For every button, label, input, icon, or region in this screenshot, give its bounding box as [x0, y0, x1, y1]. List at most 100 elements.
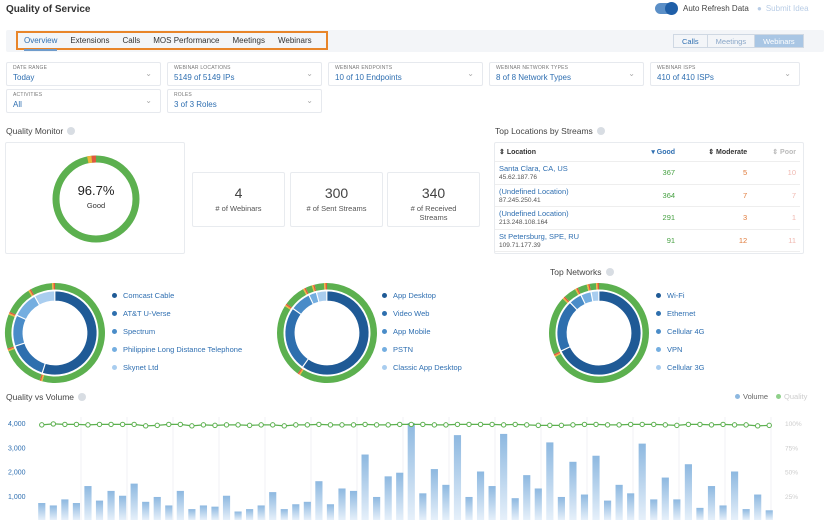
tab-mos-performance[interactable]: MOS Performance — [153, 36, 219, 45]
quality-point[interactable] — [235, 422, 241, 428]
volume-bar[interactable] — [49, 505, 57, 520]
volume-bar[interactable] — [338, 488, 346, 520]
filter-webinar-network-types[interactable]: WEBINAR NETWORK TYPES 8 of 8 Network Typ… — [489, 62, 644, 86]
volume-bar[interactable] — [696, 507, 704, 520]
quality-point[interactable] — [397, 421, 403, 428]
location-name[interactable]: (Undefined Location) — [499, 209, 626, 218]
legend-item[interactable]: App Mobile — [382, 322, 462, 340]
filter-date-range[interactable]: DATE RANGE Today ⌄ — [6, 62, 161, 86]
quality-point[interactable] — [651, 421, 657, 428]
volume-bar[interactable] — [638, 443, 646, 520]
volume-bar[interactable] — [142, 501, 150, 520]
column-moderate[interactable]: ⇕ Moderate — [679, 143, 752, 162]
volume-bar[interactable] — [430, 469, 438, 520]
volume-bar[interactable] — [234, 511, 242, 520]
volume-bar[interactable] — [257, 505, 265, 520]
volume-bar[interactable] — [315, 481, 323, 520]
volume-bar[interactable] — [523, 475, 531, 520]
volume-bar[interactable] — [165, 505, 173, 520]
legend-item[interactable]: Cellular 3G — [656, 358, 705, 376]
filter-webinar-isps[interactable]: WEBINAR ISPS 410 of 410 ISPs ⌄ — [650, 62, 800, 86]
submit-idea-link[interactable]: ● Submit Idea — [757, 4, 809, 13]
quality-point[interactable] — [512, 421, 518, 428]
quality-point[interactable] — [246, 422, 253, 429]
quality-point[interactable] — [754, 423, 761, 429]
quality-point[interactable] — [166, 421, 172, 428]
quality-point[interactable] — [258, 422, 264, 428]
quality-point[interactable] — [304, 422, 311, 428]
volume-bar[interactable] — [580, 494, 589, 520]
volume-bar[interactable] — [303, 501, 311, 520]
quality-point[interactable] — [477, 421, 484, 428]
quality-point[interactable] — [616, 422, 622, 428]
column-location[interactable]: ⇕ Location — [495, 143, 631, 162]
volume-bar[interactable] — [650, 499, 658, 520]
legend-item[interactable]: Philippine Long Distance Telephone — [112, 340, 242, 358]
volume-bar[interactable] — [453, 435, 462, 520]
table-row[interactable]: St Petersburg, SPE, RU 109.71.177.39 91 1… — [495, 229, 800, 252]
quality-point[interactable] — [581, 421, 588, 428]
tab-extensions[interactable]: Extensions — [70, 36, 109, 45]
table-row[interactable]: (Undefined Location) 87.245.250.41 364 7 … — [495, 184, 800, 207]
legend-item[interactable]: AT&T U-Verse — [112, 304, 242, 322]
legend-item[interactable]: Cellular 4G — [656, 322, 705, 340]
tab-overview[interactable]: Overview — [24, 36, 58, 51]
volume-bar[interactable] — [627, 493, 635, 520]
quality-point[interactable] — [731, 422, 738, 428]
quality-point[interactable] — [108, 421, 114, 428]
donut-outer-poor-segment[interactable] — [325, 283, 327, 290]
quality-point[interactable] — [39, 422, 45, 428]
volume-bar[interactable] — [280, 509, 288, 520]
quality-point[interactable] — [50, 421, 57, 427]
quality-point[interactable] — [131, 421, 137, 428]
volume-bar[interactable] — [476, 471, 485, 520]
volume-bar[interactable] — [557, 496, 565, 520]
quality-point[interactable] — [281, 423, 287, 429]
quality-point[interactable] — [443, 422, 449, 428]
quality-point[interactable] — [558, 422, 565, 429]
quality-point[interactable] — [142, 423, 149, 429]
info-icon[interactable] — [67, 127, 76, 135]
legend-item[interactable]: App Desktop — [382, 286, 462, 304]
quality-point[interactable] — [189, 423, 195, 429]
volume-bar[interactable] — [119, 495, 127, 520]
quality-point[interactable] — [720, 421, 726, 428]
quality-point[interactable] — [316, 421, 322, 428]
quality-point[interactable] — [431, 422, 438, 428]
filter-webinar-locations[interactable]: WEBINAR LOCATIONS 5149 of 5149 IPs ⌄ — [167, 62, 322, 86]
tab-meetings[interactable]: Meetings — [233, 36, 265, 45]
info-icon[interactable] — [78, 393, 87, 401]
location-name[interactable]: St Petersburg, SPE, RU — [499, 232, 626, 241]
legend-item[interactable]: Wi-Fi — [656, 286, 705, 304]
volume-bar[interactable] — [661, 477, 669, 520]
tab-webinars[interactable]: Webinars — [278, 36, 312, 45]
location-name[interactable]: (Undefined Location) — [499, 187, 626, 196]
legend-item[interactable]: VPN — [656, 340, 705, 358]
quality-point[interactable] — [362, 421, 368, 428]
quality-point[interactable] — [454, 421, 461, 428]
quality-point[interactable] — [466, 421, 472, 428]
column-good[interactable]: ▾ Good — [630, 143, 680, 162]
location-name[interactable]: Santa Clara, CA, US — [499, 164, 626, 173]
quality-point[interactable] — [420, 421, 426, 428]
legend-item[interactable]: Video Web — [382, 304, 462, 322]
quality-point[interactable] — [177, 421, 184, 428]
volume-bar[interactable] — [488, 486, 496, 520]
volume-bar[interactable] — [765, 510, 773, 520]
auto-refresh-toggle[interactable]: Auto Refresh Data — [655, 2, 749, 15]
quality-point[interactable] — [96, 421, 103, 428]
quality-point[interactable] — [489, 421, 495, 428]
volume-bar[interactable] — [72, 503, 80, 520]
volume-bar[interactable] — [84, 486, 92, 520]
volume-bar[interactable] — [61, 499, 69, 520]
volume-bar[interactable] — [407, 423, 415, 520]
segment-calls[interactable]: Calls — [674, 35, 708, 47]
volume-bar[interactable] — [592, 455, 600, 520]
volume-bar[interactable] — [731, 471, 739, 520]
volume-bar[interactable] — [719, 505, 727, 520]
volume-bar[interactable] — [292, 504, 300, 520]
donut-outer-poor-segment[interactable] — [53, 283, 55, 290]
volume-bar[interactable] — [222, 495, 231, 520]
donut-inner-segment[interactable] — [12, 314, 27, 347]
volume-bar[interactable] — [546, 442, 554, 520]
